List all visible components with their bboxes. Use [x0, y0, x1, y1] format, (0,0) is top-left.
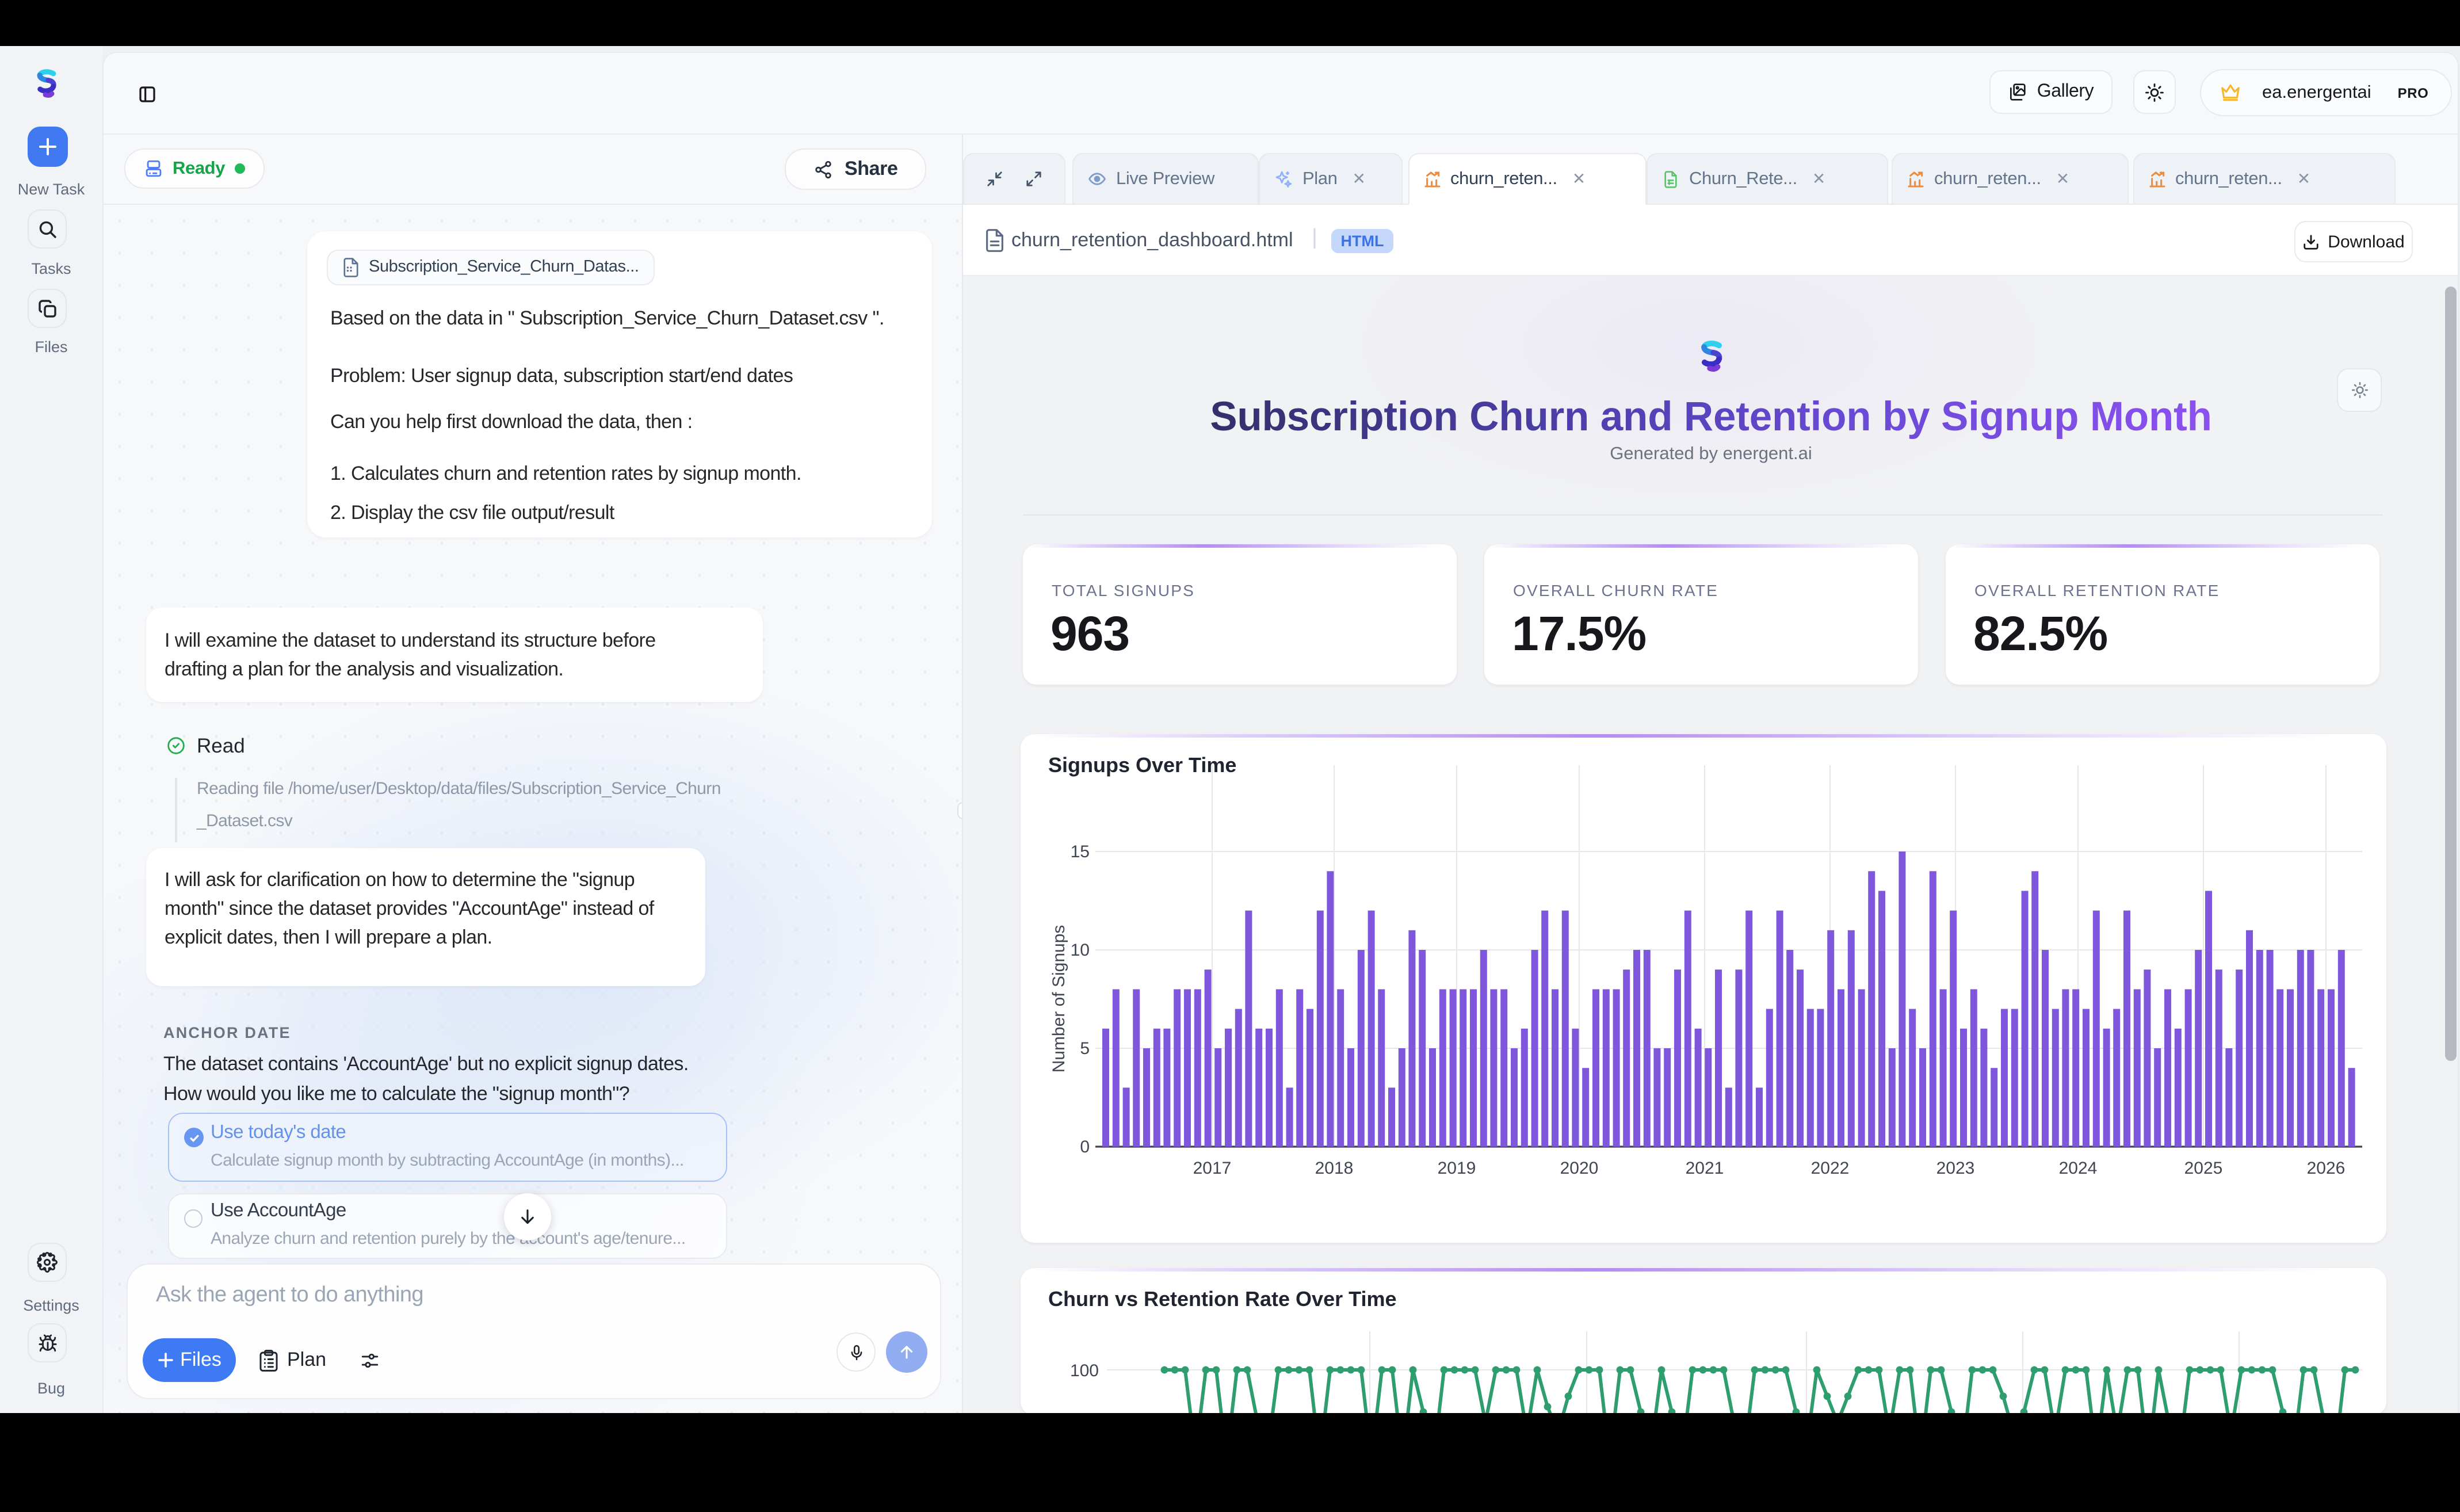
svg-text:2021: 2021 [1686, 1159, 1724, 1178]
svg-text:2024: 2024 [2059, 1159, 2098, 1178]
svg-text:Number of Signups: Number of Signups [1049, 925, 1068, 1073]
svg-text:5: 5 [1080, 1039, 1090, 1058]
svg-text:2026: 2026 [2307, 1159, 2346, 1178]
svg-text:2019: 2019 [1438, 1159, 1476, 1178]
svg-text:100: 100 [1070, 1361, 1099, 1380]
svg-text:2017: 2017 [1193, 1159, 1232, 1178]
svg-text:0: 0 [1080, 1137, 1090, 1156]
svg-text:10: 10 [1071, 941, 1090, 960]
svg-text:2023: 2023 [1936, 1159, 1975, 1178]
svg-text:2018: 2018 [1315, 1159, 1354, 1178]
svg-text:2022: 2022 [1811, 1159, 1850, 1178]
svg-text:2025: 2025 [2184, 1159, 2223, 1178]
svg-text:15: 15 [1071, 842, 1090, 861]
svg-text:2020: 2020 [1560, 1159, 1599, 1178]
